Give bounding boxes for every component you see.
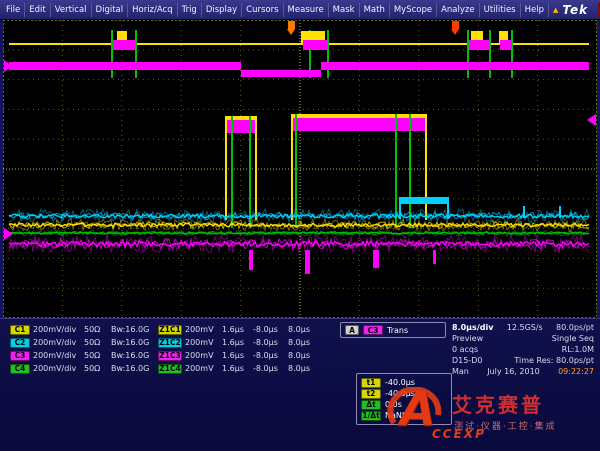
- zoom-end: 8.0µs: [288, 325, 316, 334]
- menu-analyze[interactable]: Analyze: [437, 3, 480, 17]
- zoom-time: 1.6µs: [222, 325, 250, 334]
- channel-bandwidth: Bw:16.0G: [111, 325, 155, 334]
- channel-row-c1: C1 200mV/div 50Ω Bw:16.0G Z1C1 200mV 1.6…: [10, 323, 316, 336]
- single-seq-label: Single Seq: [552, 334, 594, 343]
- cursor-freq-badge[interactable]: 1/Δt: [361, 411, 381, 421]
- trigger-source-badge[interactable]: C3: [363, 325, 383, 335]
- menu-horizacq[interactable]: Horiz/Acq: [128, 3, 178, 17]
- zoom-time: 1.6µs: [222, 351, 250, 360]
- channel-impedance: 50Ω: [84, 325, 108, 334]
- channel-badge-c2[interactable]: C2: [10, 338, 30, 348]
- menu-trig[interactable]: Trig: [178, 3, 202, 17]
- channel-row-c3: C3 200mV/div 50Ω Bw:16.0G Z1C3 200mV 1.6…: [10, 349, 316, 362]
- cursor-dt-badge[interactable]: Δt: [361, 400, 381, 410]
- menu-mask[interactable]: Mask: [329, 3, 360, 17]
- zoom-badge-z1c2[interactable]: Z1C2: [158, 338, 182, 348]
- acq-row-mode: Preview Single Seq: [452, 333, 594, 344]
- preview-label: Preview: [452, 334, 483, 343]
- menu-file[interactable]: File: [2, 3, 25, 17]
- zoom-scale: 200mV: [185, 338, 219, 347]
- channel-scale: 200mV/div: [33, 338, 81, 347]
- date-label: July 16, 2010: [487, 367, 540, 376]
- accexp-cjk-title: 艾克赛普: [452, 389, 544, 418]
- channel-impedance: 50Ω: [84, 364, 108, 373]
- channel-badge-c4[interactable]: C4: [10, 364, 30, 374]
- cursor-t2-badge[interactable]: t2: [361, 389, 381, 399]
- channel-scale: 200mV/div: [33, 351, 81, 360]
- zoom-start: -8.0µs: [253, 364, 285, 373]
- channel-row-c2: C2 200mV/div 50Ω Bw:16.0G Z1C2 200mV 1.6…: [10, 336, 316, 349]
- waveform-display[interactable]: [3, 20, 597, 318]
- menu-bar: File Edit Vertical Digital Horiz/Acq Tri…: [0, 0, 600, 20]
- acq-count: 0 acqs: [452, 345, 478, 354]
- record-length: RL:1.0M: [562, 345, 594, 354]
- menu-math[interactable]: Math: [360, 3, 390, 17]
- accexp-latin-name: CCEXP: [432, 427, 486, 441]
- menu-digital[interactable]: Digital: [92, 3, 129, 17]
- channel-bandwidth: Bw:16.0G: [111, 351, 155, 360]
- menu-measure[interactable]: Measure: [284, 3, 329, 17]
- time-label: 09:22:27: [558, 367, 594, 376]
- zoom-scale: 200mV: [185, 325, 219, 334]
- zoom-start: -8.0µs: [253, 351, 285, 360]
- menu-display[interactable]: Display: [202, 3, 242, 17]
- zoom-end: 8.0µs: [288, 364, 316, 373]
- channel-badge-c3[interactable]: C3: [10, 351, 30, 361]
- acq-row-count: 0 acqs RL:1.0M: [452, 344, 594, 355]
- zoom-badge-z1c1[interactable]: Z1C1: [158, 325, 182, 335]
- accexp-logo-initial: A: [400, 381, 436, 437]
- readout-panel: C1 200mV/div 50Ω Bw:16.0G Z1C1 200mV 1.6…: [0, 318, 600, 451]
- zoom-badge-z1c4[interactable]: Z1C4: [158, 364, 182, 374]
- trigger-mode-label: Man: [452, 367, 469, 376]
- menu-utilities[interactable]: Utilities: [480, 3, 521, 17]
- menu-vertical[interactable]: Vertical: [51, 3, 92, 17]
- channel-scale: 200mV/div: [33, 364, 81, 373]
- zoom-scale: 200mV: [185, 351, 219, 360]
- channel-row-c4: C4 200mV/div 50Ω Bw:16.0G Z1C4 200mV 1.6…: [10, 362, 316, 375]
- menu-myscope[interactable]: MyScope: [390, 3, 437, 17]
- zoom-start: -8.0µs: [253, 338, 285, 347]
- zoom-badge-z1c3[interactable]: Z1C3: [158, 351, 182, 361]
- app-shortcut-icon[interactable]: ▲: [549, 6, 562, 14]
- channel-readouts: C1 200mV/div 50Ω Bw:16.0G Z1C1 200mV 1.6…: [10, 323, 316, 375]
- trigger-readout[interactable]: A C3 Trans: [340, 322, 446, 338]
- tek-logo: Tek: [562, 3, 598, 17]
- menu-help[interactable]: Help: [521, 3, 549, 17]
- waveform-svg: [3, 20, 597, 318]
- channel-bandwidth: Bw:16.0G: [111, 364, 155, 373]
- zoom-time: 1.6µs: [222, 364, 250, 373]
- zoom-start: -8.0µs: [253, 325, 285, 334]
- sample-rate-value: 12.5GS/s: [507, 323, 543, 332]
- resolution-value: 80.0ps/pt: [556, 323, 594, 332]
- acq-row-digital: D15-D0 Time Res: 80.0ps/pt: [452, 355, 594, 366]
- time-resolution: Time Res: 80.0ps/pt: [514, 356, 594, 365]
- zoom-time: 1.6µs: [222, 338, 250, 347]
- digital-bus-label: D15-D0: [452, 356, 482, 365]
- channel-badge-c1[interactable]: C1: [10, 325, 30, 335]
- acq-row-timebase: 8.0µs/div 12.5GS/s 80.0ps/pt: [452, 322, 594, 333]
- channel-scale: 200mV/div: [33, 325, 81, 334]
- menu-cursors[interactable]: Cursors: [242, 3, 283, 17]
- acquisition-readouts: 8.0µs/div 12.5GS/s 80.0ps/pt Preview Sin…: [452, 322, 594, 377]
- channel-impedance: 50Ω: [84, 338, 108, 347]
- channel-bandwidth: Bw:16.0G: [111, 338, 155, 347]
- trigger-type-label: Trans: [387, 326, 408, 335]
- trigger-a-badge[interactable]: A: [345, 325, 359, 335]
- acq-row-datetime: Man July 16, 2010 09:22:27: [452, 366, 594, 377]
- channel-impedance: 50Ω: [84, 351, 108, 360]
- accexp-watermark: A 艾克赛普 测试·仪器·工控·集成 CCEXP: [386, 385, 598, 449]
- cursor-t1-badge[interactable]: t1: [361, 378, 381, 388]
- zoom-scale: 200mV: [185, 364, 219, 373]
- zoom-end: 8.0µs: [288, 338, 316, 347]
- timebase-value: 8.0µs/div: [452, 323, 493, 332]
- zoom-end: 8.0µs: [288, 351, 316, 360]
- menu-edit[interactable]: Edit: [25, 3, 50, 17]
